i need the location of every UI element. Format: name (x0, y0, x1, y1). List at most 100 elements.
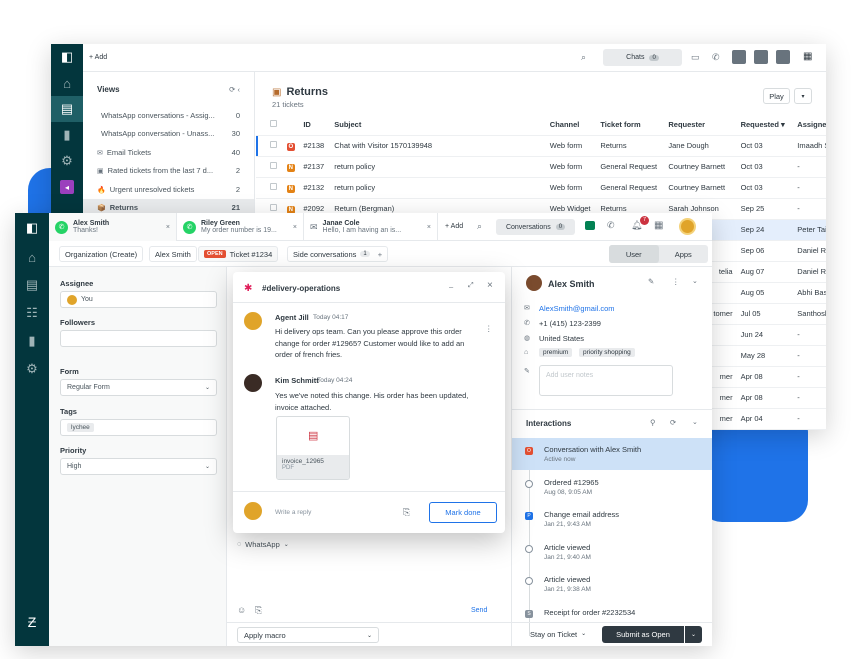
ticket-subject[interactable]: return policy (330, 156, 546, 177)
chat-icon[interactable]: ▭ (691, 52, 700, 63)
emoji-icon[interactable]: ☺ (237, 605, 246, 615)
col-subject[interactable]: Subject (330, 114, 546, 135)
submit-options-button[interactable]: ⌄ (685, 626, 702, 643)
reporting-icon[interactable]: ▮ (15, 327, 49, 355)
add-tab-button[interactable]: + Add (445, 223, 463, 230)
chevron-down-icon[interactable]: ⌄ (692, 418, 698, 426)
col-requester[interactable]: Requester (664, 114, 736, 135)
col-requested[interactable]: Requested ▾ (737, 114, 794, 135)
views-icon[interactable]: ▤ (51, 96, 83, 122)
more-icon[interactable]: ⋮ (485, 324, 493, 333)
app-icon-2[interactable] (754, 50, 768, 64)
view-item[interactable]: WhatsApp conversations - Assig... 0 (83, 106, 254, 125)
tab-riley-green[interactable]: ✆ Riley Green My order number is 19... × (177, 213, 304, 241)
tag-chip[interactable]: priority shopping (579, 348, 635, 357)
assignee-field[interactable]: You (60, 291, 217, 308)
tab-janae-cole[interactable]: ✉ Janae Cole Hello, I am having an is... … (304, 213, 438, 241)
customers-icon[interactable]: ☷ (15, 299, 49, 327)
chats-button[interactable]: Chats 0 (603, 49, 682, 66)
attach-icon[interactable]: ⎘ (255, 605, 262, 616)
row-checkbox[interactable] (270, 141, 277, 148)
settings-icon[interactable]: ⚙ (51, 148, 83, 174)
select-all-checkbox[interactable] (270, 119, 277, 127)
edit-icon[interactable]: ✎ (648, 277, 654, 286)
stay-on-ticket-select[interactable]: Stay on Ticket ⌄ (530, 630, 586, 639)
search-icon[interactable]: ⌕ (477, 221, 482, 232)
channel-selector[interactable]: ◌ WhatsApp ⌄ (237, 540, 289, 549)
refresh-collapse-icons[interactable]: ⟳ ‹ (229, 85, 240, 94)
tag-chip[interactable]: premium (539, 348, 573, 357)
more-icon[interactable]: ⋮ (672, 277, 680, 286)
view-item[interactable]: ✉ Email Tickets 40 (83, 143, 254, 162)
customer-email[interactable]: AlexSmith@gmail.com (539, 304, 615, 313)
row-checkbox[interactable] (270, 162, 277, 169)
interaction-item[interactable]: Ordered #12965 Aug 08, 9:05 AM (512, 471, 712, 503)
apps-grid-icon[interactable]: ▦ (654, 220, 663, 231)
view-item[interactable]: ▣ Rated tickets from the last 7 d... 2 (83, 162, 254, 181)
reporting-icon[interactable]: ▮ (51, 122, 83, 148)
apply-macro-select[interactable]: Apply macro ⌄ (237, 627, 379, 643)
submit-button[interactable]: Submit as Open (602, 626, 684, 643)
view-item[interactable]: 🔥 Urgent unresolved tickets 2 (83, 180, 254, 199)
phone-icon[interactable]: ✆ (607, 220, 615, 231)
conversations-button[interactable]: Conversations 0 (496, 219, 575, 235)
play-button[interactable]: Play (763, 88, 790, 104)
add-button[interactable]: + Add (89, 54, 107, 61)
ticket-subject[interactable]: return policy (330, 177, 546, 198)
ticket-subject[interactable]: Chat with Visitor 1570139948 (330, 135, 546, 156)
chevron-down-icon[interactable]: ⌄ (692, 277, 698, 285)
form-select[interactable]: Regular Form ⌄ (60, 379, 217, 396)
feedback-icon[interactable]: ◂ (51, 174, 83, 200)
filter-icon[interactable]: ⚲ (650, 418, 656, 427)
attachment-card[interactable]: ▤ invoice_12965 PDF (276, 416, 350, 480)
refresh-icon[interactable]: ⟳ (670, 418, 676, 427)
side-conversations-tab[interactable]: Side conversations 1 + (287, 246, 389, 262)
home-icon[interactable]: ⌂ (15, 243, 49, 271)
interaction-item[interactable]: Article viewed Jan 21, 9:38 AM (512, 568, 712, 600)
breadcrumb-user[interactable]: Alex Smith (149, 246, 197, 262)
interaction-item[interactable]: O Conversation with Alex Smith Active now (512, 438, 712, 470)
reply-input[interactable]: Write a reply (275, 509, 311, 516)
row-checkbox[interactable] (270, 204, 277, 211)
expand-icon[interactable]: ⤢ (468, 282, 474, 290)
home-icon[interactable]: ⌂ (51, 70, 83, 96)
table-row[interactable]: N #2132 return policy Web form General R… (256, 177, 826, 198)
user-avatar[interactable] (679, 218, 696, 235)
user-tab[interactable]: User (609, 245, 659, 263)
col-assignee[interactable]: Assignee (793, 114, 826, 135)
mark-done-button[interactable]: Mark done (429, 502, 497, 523)
table-row[interactable]: N #2137 return policy Web form General R… (256, 156, 826, 177)
tags-field[interactable]: lychee (60, 419, 217, 436)
phone-icon[interactable]: ✆ (712, 52, 720, 63)
view-item[interactable]: WhatsApp conversation - Unass... 30 (83, 125, 254, 144)
tag-chip[interactable]: lychee (67, 423, 94, 432)
apps-grid-icon[interactable]: ▦ (803, 51, 812, 62)
priority-select[interactable]: High ⌄ (60, 458, 217, 475)
add-icon[interactable]: + (378, 250, 382, 259)
search-icon[interactable]: ⌕ (581, 52, 586, 63)
app-icon-3[interactable] (776, 50, 790, 64)
attach-icon[interactable]: ⎘ (403, 507, 410, 518)
minimize-icon[interactable]: – (449, 282, 453, 291)
followers-field[interactable] (60, 330, 217, 347)
tab-alex-smith[interactable]: ✆ Alex Smith Thanks! × (49, 213, 177, 241)
play-options-button[interactable]: ▾ (794, 88, 812, 104)
col-id[interactable]: ID (299, 114, 330, 135)
settings-icon[interactable]: ⚙ (15, 355, 49, 383)
breadcrumb-ticket[interactable]: OPEN Ticket #1234 (198, 246, 279, 262)
send-button[interactable]: Send (471, 607, 487, 614)
row-checkbox[interactable] (270, 183, 277, 190)
views-icon[interactable]: ▤ (15, 271, 49, 299)
close-icon[interactable]: × (487, 280, 493, 291)
close-icon[interactable]: × (166, 224, 170, 231)
table-row[interactable]: O #2138 Chat with Visitor 1570139948 Web… (256, 135, 826, 156)
close-icon[interactable]: × (427, 224, 431, 231)
chat-status-icon[interactable] (585, 221, 595, 230)
user-notes-input[interactable]: Add user notes (539, 365, 673, 396)
col-form[interactable]: Ticket form (596, 114, 664, 135)
interaction-item[interactable]: P Change email address Jan 21, 9:43 AM (512, 503, 712, 535)
apps-tab[interactable]: Apps (659, 245, 709, 263)
app-icon-1[interactable] (732, 50, 746, 64)
col-channel[interactable]: Channel (546, 114, 597, 135)
breadcrumb-org[interactable]: Organization (Create) (59, 246, 144, 262)
